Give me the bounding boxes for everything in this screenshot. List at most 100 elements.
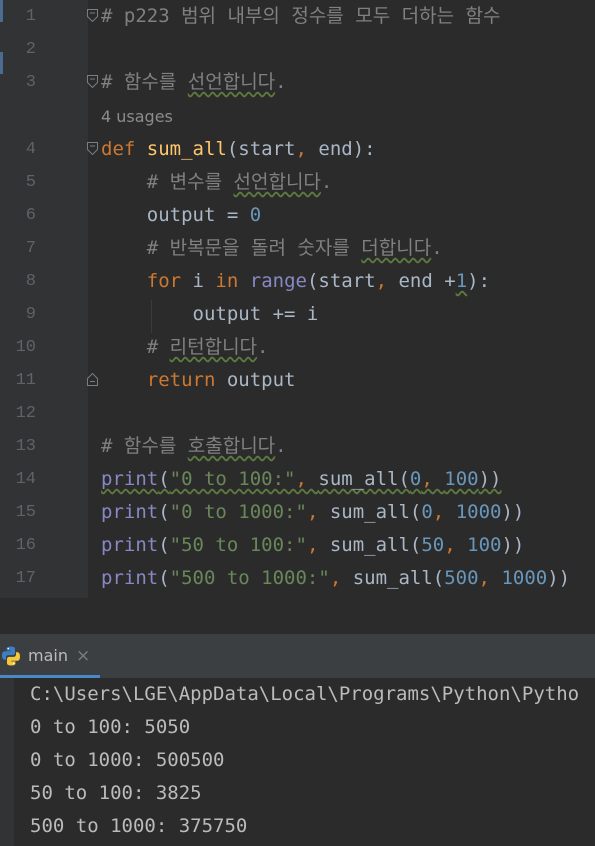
fold-end-icon[interactable] [87, 373, 98, 386]
code-line[interactable]: 7 # 반복문을 돌려 숫자를 더합니다. [0, 232, 595, 265]
code-token: ( [158, 468, 170, 490]
code-token: end): [318, 138, 376, 160]
code-line[interactable]: 10 # 리턴합니다. [0, 331, 595, 364]
code-line[interactable]: 6 output = 0 [0, 199, 595, 232]
line-number: 7 [25, 239, 36, 258]
code-token: , [306, 501, 330, 523]
line-number: 10 [15, 338, 36, 357]
code-token: sum_all [146, 138, 227, 160]
code-text: # 반복문을 돌려 숫자를 더합니다. [101, 232, 443, 265]
code-token: )) [501, 501, 525, 523]
console-line: 0 to 100: 5050 [30, 716, 191, 738]
code-text: print("0 to 1000:", sum_all(0, 1000)) [101, 496, 524, 529]
code-token: 1000 [455, 501, 502, 523]
run-console[interactable]: C:\Users\LGE\AppData\Local\Programs\Pyth… [0, 678, 595, 846]
code-token: print [101, 468, 159, 490]
code-token: 100 [467, 534, 502, 556]
code-token: # 변수를 [101, 171, 234, 193]
code-token: "500 to 1000:" [169, 567, 330, 589]
code-token: . [320, 171, 333, 193]
code-line[interactable]: 5 # 변수를 선언합니다. [0, 166, 595, 199]
run-tab-label: main [28, 646, 68, 665]
console-line: 0 to 1000: 500500 [30, 749, 225, 771]
code-token: # 반복문을 돌려 숫자를 [101, 237, 362, 259]
code-text: # 함수를 호출합니다. [101, 430, 287, 463]
code-line[interactable]: 3 # 함수를 선언합니다. [0, 66, 595, 99]
code-token: 0 [249, 204, 262, 226]
code-token: . [431, 237, 443, 259]
console-line: 500 to 1000: 375750 [30, 815, 248, 837]
line-number: 9 [25, 305, 36, 324]
code-line[interactable]: 4 def sum_all(start, end): [0, 133, 595, 166]
code-token: 리턴합니다 [169, 336, 258, 358]
code-line[interactable]: 12 [0, 397, 595, 430]
code-token: range [249, 270, 307, 292]
code-token: 1 [455, 270, 468, 292]
code-text: print("500 to 1000:", sum_all(500, 1000)… [101, 562, 570, 595]
code-token: "0 to 100:" [169, 468, 296, 490]
code-token: , [444, 534, 468, 556]
code-token: 50 [421, 534, 445, 556]
code-token: print [101, 567, 159, 589]
run-tool-window-tabs: main × [0, 634, 595, 679]
code-line[interactable]: 2 [0, 33, 595, 66]
line-number: 17 [15, 569, 36, 588]
console-line: C:\Users\LGE\AppData\Local\Programs\Pyth… [30, 683, 580, 705]
code-token: , [478, 567, 502, 589]
code-line[interactable]: 15 print("0 to 1000:", sum_all(0, 1000)) [0, 496, 595, 529]
code-text: print("0 to 100:", sum_all(0, 100)) [101, 463, 501, 496]
code-token: sum_all( [318, 468, 410, 490]
code-line[interactable]: 8 for i in range(start, end +1): [0, 265, 595, 298]
code-line[interactable]: 9 output += i [0, 298, 595, 331]
code-line[interactable]: 16 print("50 to 100:", sum_all(50, 100)) [0, 529, 595, 562]
fold-open-icon[interactable] [87, 142, 98, 155]
line-number: 16 [15, 536, 36, 555]
code-token: "0 to 1000:" [169, 501, 307, 523]
code-token: output += i [101, 303, 319, 325]
line-number: 1 [25, 7, 36, 26]
code-token: , [329, 567, 353, 589]
line-number: 2 [25, 40, 36, 59]
line-number: 3 [25, 73, 36, 92]
line-number: 15 [15, 503, 36, 522]
run-tab-main[interactable]: main × [0, 634, 100, 678]
code-text: output = 0 [101, 199, 261, 232]
console-line: 50 to 100: 3825 [30, 782, 202, 804]
code-token: 선언합니다 [233, 171, 321, 193]
code-token: 500 [444, 567, 479, 589]
code-token: for [146, 270, 193, 292]
line-number: 11 [15, 371, 36, 390]
close-icon[interactable]: × [76, 634, 90, 678]
code-token: output = [101, 204, 250, 226]
code-token: , [295, 138, 319, 160]
python-icon [2, 646, 20, 666]
line-number: 13 [15, 437, 36, 456]
code-text: print("50 to 100:", sum_all(50, 100)) [101, 529, 524, 562]
code-line[interactable]: 13 # 함수를 호출합니다. [0, 430, 595, 463]
code-text: for i in range(start, end +1): [101, 265, 490, 298]
code-token: )) [547, 567, 571, 589]
code-text: # p223 범위 내부의 정수를 모두 더하는 함수 [101, 0, 500, 33]
code-line[interactable]: 14 print("0 to 100:", sum_all(0, 100)) [0, 463, 595, 496]
code-token: (start [226, 138, 296, 160]
code-token: . [275, 435, 287, 457]
usages-hint[interactable]: 4 usages [101, 100, 173, 133]
fold-open-icon[interactable] [87, 75, 98, 88]
code-token: # 함수를 [101, 435, 188, 457]
code-token: , [295, 468, 319, 490]
code-token: . [275, 71, 287, 93]
code-editor[interactable]: 4 usages 1 # p223 범위 내부의 정수를 모두 더하는 함수 2 3 #… [0, 0, 595, 598]
code-line[interactable]: 1 # p223 범위 내부의 정수를 모두 더하는 함수 [0, 0, 595, 33]
code-token: in [215, 270, 250, 292]
code-token: , [432, 501, 456, 523]
code-token: ( [158, 534, 170, 556]
code-text: def sum_all(start, end): [101, 133, 376, 166]
code-line[interactable]: 17 print("500 to 1000:", sum_all(500, 100… [0, 562, 595, 595]
line-number: 6 [25, 206, 36, 225]
code-token: output [226, 369, 296, 391]
code-line[interactable]: 11 return output [0, 364, 595, 397]
line-number: 8 [25, 272, 36, 291]
code-token: # 함수를 [101, 71, 188, 93]
fold-open-icon[interactable] [87, 9, 98, 22]
